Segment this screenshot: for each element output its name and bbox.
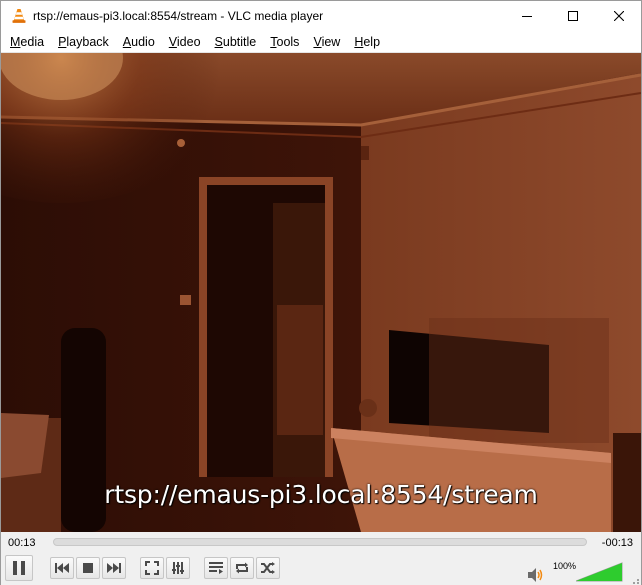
menu-label: ideo (176, 34, 201, 49)
extended-settings-button[interactable] (166, 557, 190, 579)
menu-label: iew (321, 34, 341, 49)
loop-icon (236, 562, 248, 574)
loop-button[interactable] (230, 557, 254, 579)
menu-label: udio (131, 34, 155, 49)
volume-label: 100% (553, 561, 577, 571)
close-icon (614, 11, 624, 21)
random-button[interactable] (256, 557, 280, 579)
stream-url-overlay: rtsp://emaus-pi3.local:8554/stream (1, 480, 641, 520)
pause-button[interactable] (5, 555, 33, 581)
menu-label: elp (363, 34, 381, 49)
menu-label: edia (20, 34, 45, 49)
menu-subtitle[interactable]: Subtitle (208, 32, 264, 52)
menu-accelerator: S (214, 34, 223, 49)
title-bar[interactable]: rtsp://emaus-pi3.local:8554/stream - VLC… (1, 1, 641, 31)
minimize-button[interactable] (504, 1, 550, 31)
minimize-icon (522, 16, 532, 17)
extended-settings-icon (172, 562, 184, 574)
vlc-cone-icon (11, 8, 27, 24)
random-icon (261, 562, 275, 574)
menu-accelerator: V (313, 34, 322, 49)
menu-accelerator: M (10, 34, 21, 49)
fullscreen-button[interactable] (140, 557, 164, 579)
vlc-window: rtsp://emaus-pi3.local:8554/stream - VLC… (0, 0, 642, 585)
overlay-text: rtsp://emaus-pi3.local:8554/stream (104, 480, 538, 509)
next-button[interactable] (102, 557, 126, 579)
window-title: rtsp://emaus-pi3.local:8554/stream - VLC… (33, 9, 324, 23)
remaining-time[interactable]: -00:13 (602, 537, 633, 549)
close-button[interactable] (596, 1, 642, 31)
elapsed-time[interactable]: 00:13 (8, 537, 36, 549)
menu-view[interactable]: View (306, 32, 347, 52)
playlist-button[interactable] (204, 557, 228, 579)
menu-label: ools (276, 34, 300, 49)
speaker-icon[interactable] (528, 568, 544, 582)
previous-icon (55, 563, 69, 573)
menu-video[interactable]: Video (162, 32, 208, 52)
menu-label: ubtitle (222, 34, 257, 49)
seek-row: 00:13 -00:13 (1, 532, 641, 554)
next-icon (107, 563, 121, 573)
resize-grip-icon[interactable] (629, 576, 639, 584)
video-display[interactable]: rtsp://emaus-pi3.local:8554/stream (1, 53, 641, 532)
seek-slider[interactable] (53, 538, 587, 546)
menu-bar: Media Playback Audio Video Subtitle Tool… (1, 31, 641, 53)
menu-accelerator: A (122, 34, 132, 49)
menu-tools[interactable]: Tools (263, 32, 306, 52)
stop-button[interactable] (76, 557, 100, 579)
menu-help[interactable]: Help (347, 32, 387, 52)
menu-audio[interactable]: Audio (116, 32, 162, 52)
menu-accelerator: V (168, 34, 177, 49)
video-frame (1, 53, 641, 532)
menu-label: layback (66, 34, 109, 49)
menu-accelerator: H (354, 34, 364, 49)
stop-icon (83, 563, 93, 573)
menu-media[interactable]: Media (3, 32, 51, 52)
maximize-button[interactable] (550, 1, 596, 31)
pause-icon (13, 561, 25, 575)
controls-bar: 100% (1, 554, 641, 585)
menu-playback[interactable]: Playback (51, 32, 116, 52)
fullscreen-icon (145, 561, 159, 575)
playlist-icon (209, 562, 223, 574)
maximize-icon (568, 11, 578, 21)
previous-button[interactable] (50, 557, 74, 579)
volume-slider[interactable] (575, 562, 623, 582)
